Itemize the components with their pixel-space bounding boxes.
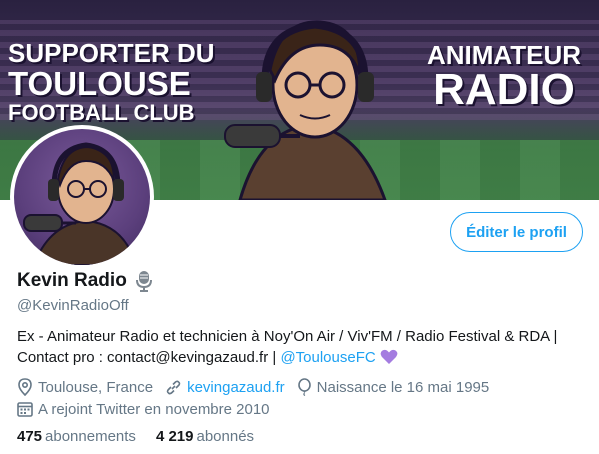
location-pin-icon — [18, 378, 32, 396]
avatar-image — [14, 129, 150, 265]
profile-location: Toulouse, France — [17, 378, 153, 396]
banner-left-line2: TOULOUSE — [8, 65, 191, 102]
profile-avatar[interactable] — [10, 125, 154, 269]
following-label: abonnements — [45, 428, 136, 445]
edit-profile-button[interactable]: Éditer le profil — [450, 212, 583, 252]
followers-count: 4 219 — [155, 428, 194, 445]
joined-text: A rejoint Twitter en novembre 2010 — [38, 400, 270, 418]
banner-right-line2: RADIO — [433, 65, 575, 114]
profile-bio: Ex - Animateur Radio et technicien à Noy… — [17, 326, 577, 371]
banner-right-text: ANIMATEUR RADIO — [427, 42, 581, 112]
followers-stat[interactable]: 4 219 abonnés — [156, 428, 254, 445]
birthday-text: Naissance le 16 mai 1995 — [316, 378, 490, 396]
profile-meta: Toulouse, France kevingazaud.fr Naissanc… — [17, 376, 587, 420]
profile-handle: @KevinRadioOff — [17, 297, 129, 314]
profile-birthday: Naissance le 16 mai 1995 — [297, 378, 490, 396]
banner-left-text: SUPPORTER DU TOULOUSE FOOTBALL CLUB — [8, 40, 215, 124]
profile-name-row: Kevin Radio — [17, 270, 153, 292]
location-text: Toulouse, France — [38, 378, 154, 396]
bio-mention-link[interactable]: @ToulouseFC — [280, 349, 375, 366]
profile-joined: A rejoint Twitter en novembre 2010 — [17, 401, 270, 418]
profile-stats: 475 abonnements 4 219 abonnés — [17, 428, 274, 445]
avatar-caricature-illustration — [23, 142, 138, 265]
followers-label: abonnés — [196, 428, 255, 445]
following-count: 475 — [17, 428, 43, 445]
calendar-icon — [17, 402, 33, 417]
following-stat[interactable]: 475 abonnements — [17, 428, 136, 445]
purple-heart-icon — [380, 349, 398, 371]
link-icon — [166, 380, 181, 394]
banner-left-line3: FOOTBALL CLUB — [8, 100, 195, 125]
microphone-icon — [135, 270, 153, 292]
display-name: Kevin Radio — [17, 270, 127, 291]
website-link[interactable]: kevingazaud.fr — [187, 379, 285, 396]
balloon-icon — [297, 378, 311, 396]
banner-left-line1: SUPPORTER DU — [8, 38, 215, 68]
banner-caricature-illustration — [224, 20, 387, 200]
profile-website[interactable]: kevingazaud.fr — [165, 379, 285, 396]
